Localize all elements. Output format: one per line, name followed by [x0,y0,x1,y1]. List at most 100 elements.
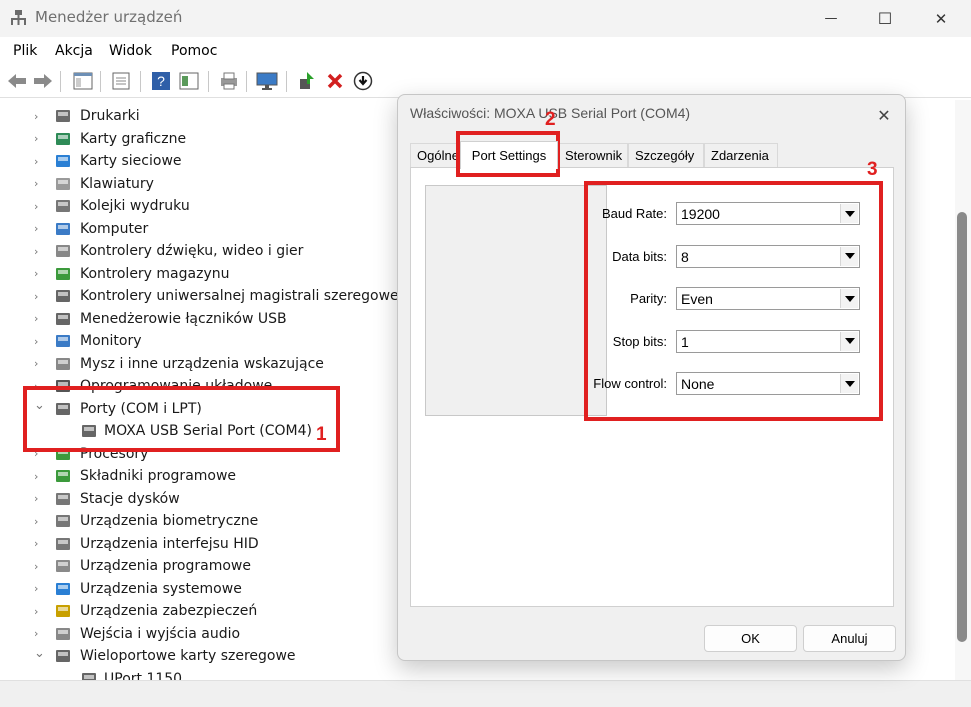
chevron-right-icon[interactable]: › [34,177,44,190]
minimize-button[interactable]: — [808,0,854,37]
tree-category-item[interactable]: › Karty graficzne [0,128,400,150]
chevron-down-icon[interactable]: ⌄ [34,646,45,661]
tree-item-label: Wieloportowe karty szeregowe [80,648,296,664]
tree-item-label: Menedżerowie łączników USB [80,310,287,327]
tree-category-item[interactable]: › Komputer [0,218,400,240]
tree-category-item[interactable]: › Składniki programowe [0,465,400,487]
console-button[interactable] [110,70,132,92]
chevron-right-icon[interactable]: › [34,245,44,258]
chevron-right-icon[interactable]: › [34,560,44,573]
tree-category-item[interactable]: › Kolejki wydruku [0,195,400,217]
tab-zdarzenia[interactable]: Zdarzenia [704,143,778,167]
chevron-right-icon[interactable]: › [34,222,44,235]
tree-category-item[interactable]: › Wejścia i wyjścia audio [0,623,400,645]
monitor-button[interactable] [256,70,278,92]
tree-item-label: UPort 1150 [104,670,183,681]
tree-category-item[interactable]: › Kontrolery magazynu [0,263,400,285]
menu-pomoc[interactable]: Pomoc [171,43,217,59]
tab-port-settings[interactable]: Port Settings [460,141,558,169]
close-icon: ✕ [934,9,948,28]
ok-button[interactable]: OK [704,625,797,652]
tree-category-item[interactable]: › Urządzenia programowe [0,555,400,577]
menu-plik[interactable]: Plik [13,43,37,59]
storage-controller-icon [56,267,70,280]
tree-category-item[interactable]: › Menedżerowie łączników USB [0,308,400,330]
tab-sterownik[interactable]: Sterownik [558,143,628,167]
tree-category-item[interactable]: › Kontrolery uniwersalnej magistrali szer… [0,285,403,307]
tree-item-label: Karty sieciowe [80,153,182,169]
svg-text:?: ? [157,73,165,89]
window-title: Menedżer urządzeń [35,8,183,26]
forward-button[interactable] [32,70,54,92]
chevron-right-icon[interactable]: › [34,200,44,213]
fingerprint-icon [56,515,70,527]
scrollbar-thumb[interactable] [957,212,967,642]
port-icon [56,650,70,662]
chevron-right-icon[interactable]: › [34,582,44,595]
tree-category-item[interactable]: › Urządzenia biometryczne [0,510,400,532]
tree-category-item[interactable]: › Urządzenia zabezpieczeń [0,600,400,622]
system-device-icon [56,582,70,595]
chevron-right-icon[interactable]: › [34,335,44,348]
toolbar-separator [286,71,287,92]
update-driver-button[interactable] [296,70,318,92]
monitor-icon [256,72,278,90]
chevron-right-icon[interactable]: › [34,605,44,618]
tree-item-label: Urządzenia zabezpieczeń [80,603,258,619]
disable-button[interactable] [352,70,374,92]
chevron-right-icon[interactable]: › [34,515,44,528]
close-button[interactable]: ✕ [918,0,964,37]
audio-io-icon [56,627,70,640]
scan-button[interactable] [178,70,200,92]
tree-item-label: Klawiatury [80,175,154,192]
console-icon [112,72,130,90]
tree-category-item[interactable]: › Urządzenia systemowe [0,578,400,600]
tree-item-label: Kontrolery uniwersalnej magistrali szere… [80,288,403,304]
maximize-button[interactable]: ☐ [862,0,908,37]
cancel-button[interactable]: Anuluj [803,625,896,652]
toolbar-separator [140,71,141,92]
disable-icon [353,71,373,91]
tree-category-item[interactable]: › Mysz i inne urządzenia wskazujące [0,353,400,375]
tree-category-item[interactable]: › Urządzenia interfejsu HID [0,533,400,555]
tree-category-item[interactable]: › Monitory [0,330,400,352]
chevron-right-icon[interactable]: › [34,470,44,483]
tab-szczegoly[interactable]: Szczegóły [628,143,704,167]
uninstall-button[interactable] [324,70,346,92]
menu-widok[interactable]: Widok [109,43,152,59]
chevron-right-icon[interactable]: › [34,110,44,123]
tree-category-item[interactable]: › Drukarki [0,105,400,127]
print-button[interactable] [218,70,240,92]
properties-view-button[interactable] [72,70,94,92]
chevron-right-icon[interactable]: › [34,492,44,505]
tree-category-item[interactable]: › Klawiatury [0,173,400,195]
dialog-close-button[interactable]: ✕ [872,103,896,127]
back-button[interactable] [6,70,28,92]
tree-device-item[interactable]: UPort 1150 [0,668,400,681]
chevron-right-icon[interactable]: › [34,132,44,145]
minimize-icon: — [824,11,838,26]
chevron-right-icon[interactable]: › [34,267,44,280]
chevron-right-icon[interactable]: › [34,155,44,168]
tree-category-item[interactable]: › Stacje dysków [0,488,400,510]
cancel-button-label: Anuluj [831,631,868,646]
tab-ogolne[interactable]: Ogólne [410,143,460,167]
chevron-right-icon[interactable]: › [34,312,44,325]
menu-akcja[interactable]: Akcja [55,43,93,59]
tree-category-item[interactable]: › Kontrolery dźwięku, wideo i gier [0,240,400,262]
tree-category-item[interactable]: › Karty sieciowe [0,150,400,172]
mouse-icon [56,357,70,370]
tree-item-label: Komputer [80,220,149,237]
chevron-right-icon[interactable]: › [34,290,44,303]
scan-icon [179,72,199,90]
chevron-right-icon[interactable]: › [34,537,44,550]
display-adapter-icon [56,132,70,145]
chevron-right-icon[interactable]: › [34,627,44,640]
tree-category-item[interactable]: ⌄ Wieloportowe karty szeregowe [0,645,400,667]
settings-group-box [425,185,607,416]
chevron-right-icon[interactable]: › [34,357,44,370]
tree-item-label: Kontrolery dźwięku, wideo i gier [80,243,304,259]
help-button[interactable]: ? [150,70,172,92]
properties-dialog: Właściwości: MOXA USB Serial Port (COM4)… [397,94,906,661]
annotation-label-2: 2 [545,109,556,130]
